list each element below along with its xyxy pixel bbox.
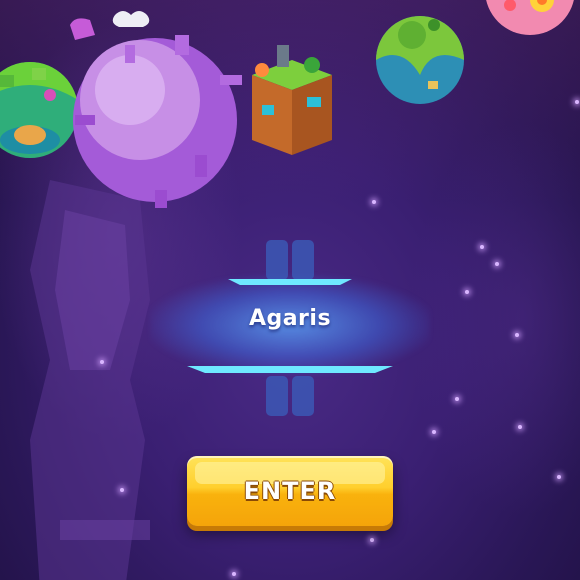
planet-name-title: Agaris bbox=[248, 306, 332, 331]
sparkle bbox=[515, 333, 519, 337]
sparkle bbox=[120, 488, 124, 492]
stone-pillar bbox=[30, 180, 150, 580]
sparkle bbox=[100, 360, 104, 364]
sparkle bbox=[575, 100, 579, 104]
green-planet-icon[interactable] bbox=[372, 5, 472, 110]
sparkle bbox=[495, 262, 499, 266]
sparkle bbox=[370, 538, 374, 542]
flower-planet-icon[interactable] bbox=[480, 0, 580, 45]
cube-planet-icon[interactable] bbox=[232, 35, 352, 160]
sparkle bbox=[455, 397, 459, 401]
sparkle bbox=[557, 475, 561, 479]
sparkle bbox=[372, 200, 376, 204]
enter-button[interactable]: ENTER bbox=[187, 456, 393, 526]
sparkle bbox=[232, 572, 236, 576]
sparkle bbox=[432, 430, 436, 434]
sparkle bbox=[518, 425, 522, 429]
sparkle bbox=[465, 290, 469, 294]
purple-planet-icon[interactable] bbox=[55, 5, 255, 225]
enter-button-label: ENTER bbox=[243, 477, 337, 505]
sparkle bbox=[480, 245, 484, 249]
planet-select-screen: Agaris ENTER bbox=[0, 0, 580, 580]
